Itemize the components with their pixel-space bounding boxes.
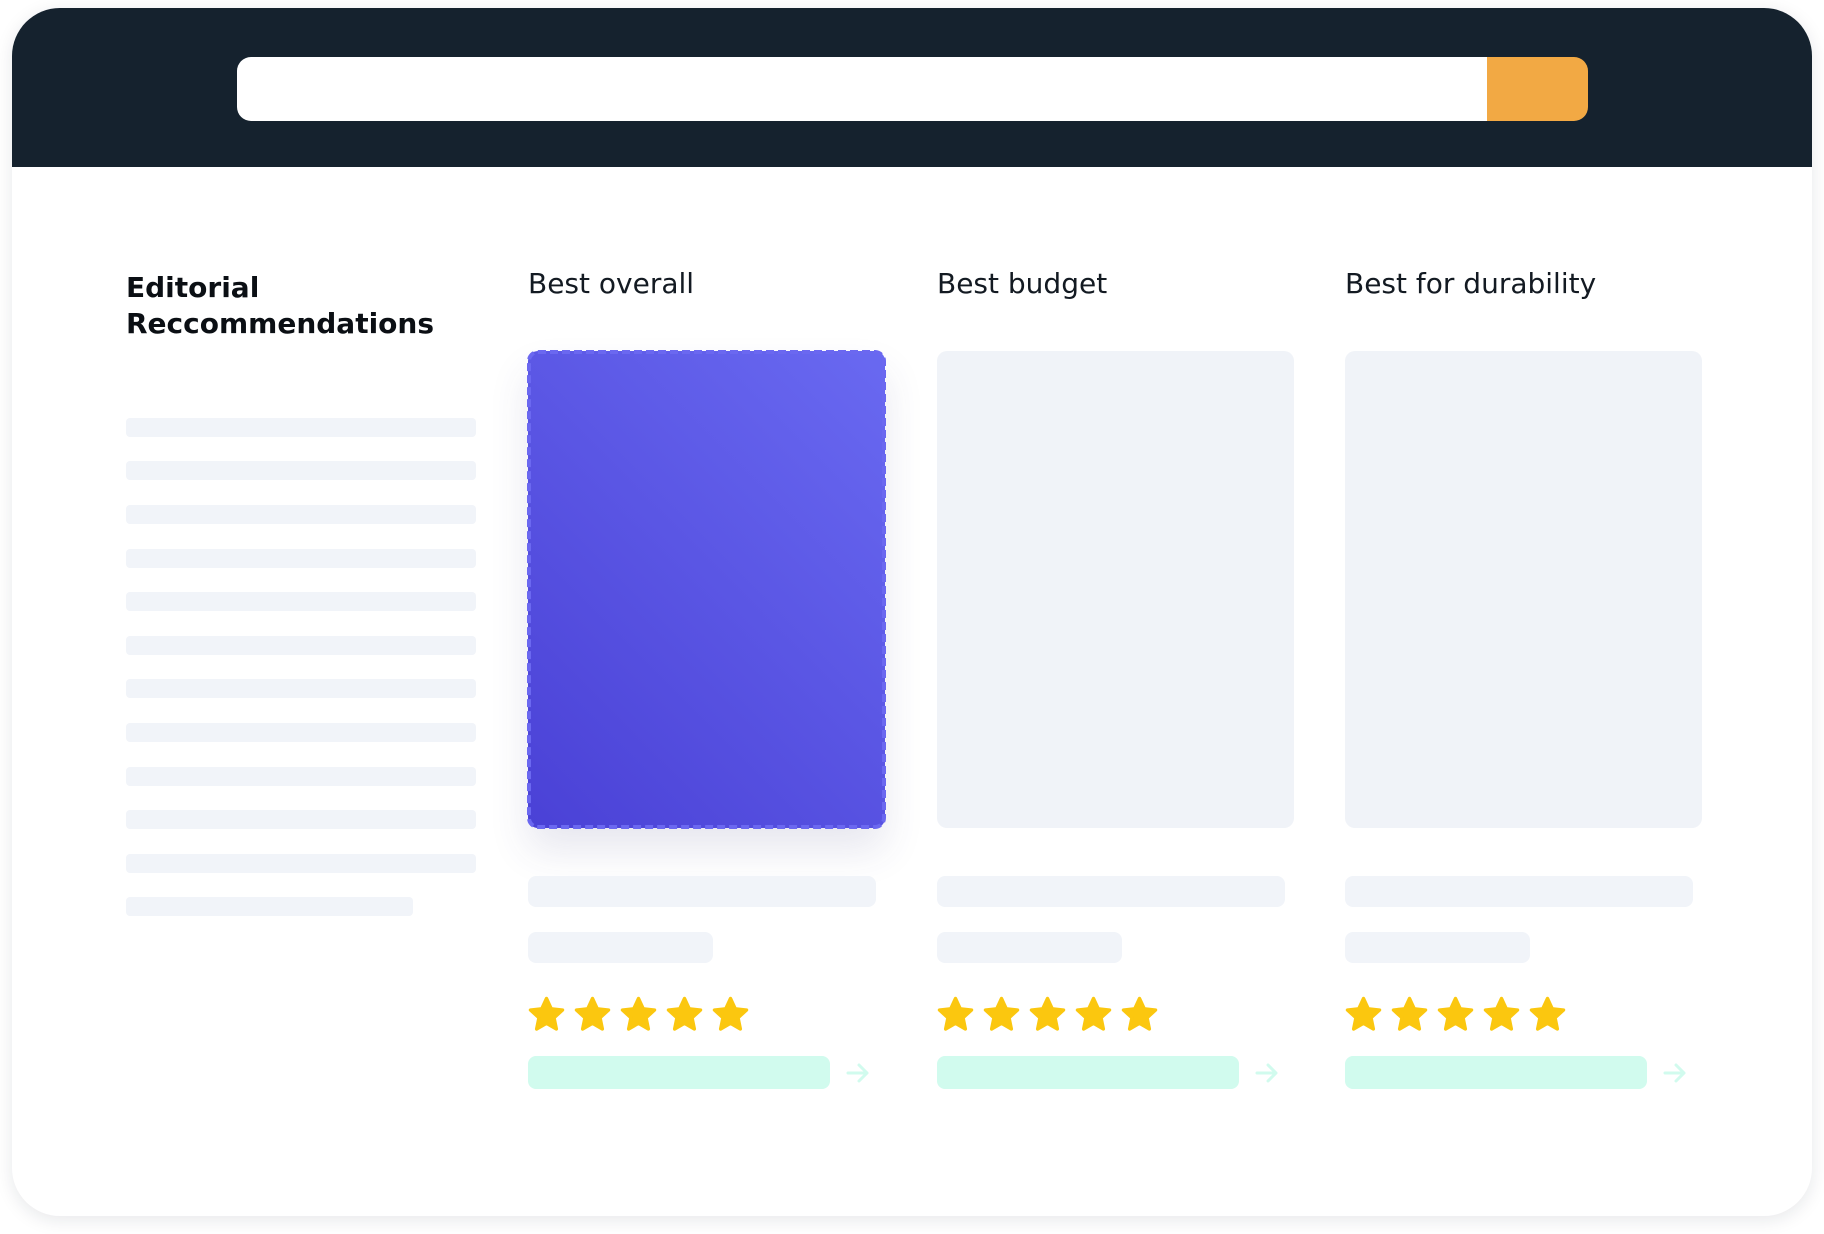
skeleton-line xyxy=(126,418,476,437)
star-rating xyxy=(1345,996,1566,1036)
product-name-skeleton xyxy=(1345,876,1693,907)
star-icon xyxy=(666,996,703,1031)
product-price-skeleton xyxy=(937,932,1122,963)
skeleton-line xyxy=(126,505,476,524)
star-icon xyxy=(1075,996,1112,1031)
star-rating xyxy=(937,996,1158,1036)
skeleton-line xyxy=(126,767,476,786)
skeleton-line xyxy=(126,854,476,873)
product-name-skeleton xyxy=(528,876,876,907)
star-icon xyxy=(1029,996,1066,1031)
star-icon xyxy=(1529,996,1566,1031)
browser-window: Editorial Reccommendations Best overall … xyxy=(12,8,1812,1216)
star-icon xyxy=(620,996,657,1031)
column-title: Best overall xyxy=(528,267,695,300)
skeleton-line xyxy=(126,461,476,480)
skeleton-line xyxy=(126,549,476,568)
star-icon xyxy=(937,996,974,1031)
section-title: Editorial Reccommendations xyxy=(126,271,435,340)
skeleton-line xyxy=(126,810,476,829)
skeleton-line xyxy=(126,723,476,742)
star-icon xyxy=(712,996,749,1031)
star-rating xyxy=(528,996,749,1036)
arrow-right-icon[interactable] xyxy=(845,1060,871,1086)
skeleton-line xyxy=(126,592,476,611)
star-icon xyxy=(1391,996,1428,1031)
product-card-selected[interactable] xyxy=(527,350,886,829)
star-icon xyxy=(983,996,1020,1031)
star-icon xyxy=(574,996,611,1031)
arrow-right-icon[interactable] xyxy=(1254,1060,1280,1086)
product-price-skeleton xyxy=(528,932,713,963)
product-card[interactable] xyxy=(937,351,1294,828)
product-price-skeleton xyxy=(1345,932,1530,963)
star-icon xyxy=(1121,996,1158,1031)
view-product-button[interactable] xyxy=(1345,1056,1647,1089)
view-product-button[interactable] xyxy=(937,1056,1239,1089)
column-title: Best for durability xyxy=(1345,267,1597,300)
arrow-right-icon[interactable] xyxy=(1662,1060,1688,1086)
star-icon xyxy=(528,996,565,1031)
star-icon xyxy=(1345,996,1382,1031)
skeleton-line xyxy=(126,679,476,698)
view-product-button[interactable] xyxy=(528,1056,830,1089)
star-icon xyxy=(1483,996,1520,1031)
search-input[interactable] xyxy=(237,57,1487,121)
search-button[interactable] xyxy=(1487,57,1588,121)
product-card[interactable] xyxy=(1345,351,1702,828)
star-icon xyxy=(1437,996,1474,1031)
column-title: Best budget xyxy=(937,267,1108,300)
skeleton-line xyxy=(126,636,476,655)
skeleton-line xyxy=(126,897,413,916)
header-bar xyxy=(12,8,1812,167)
product-name-skeleton xyxy=(937,876,1285,907)
